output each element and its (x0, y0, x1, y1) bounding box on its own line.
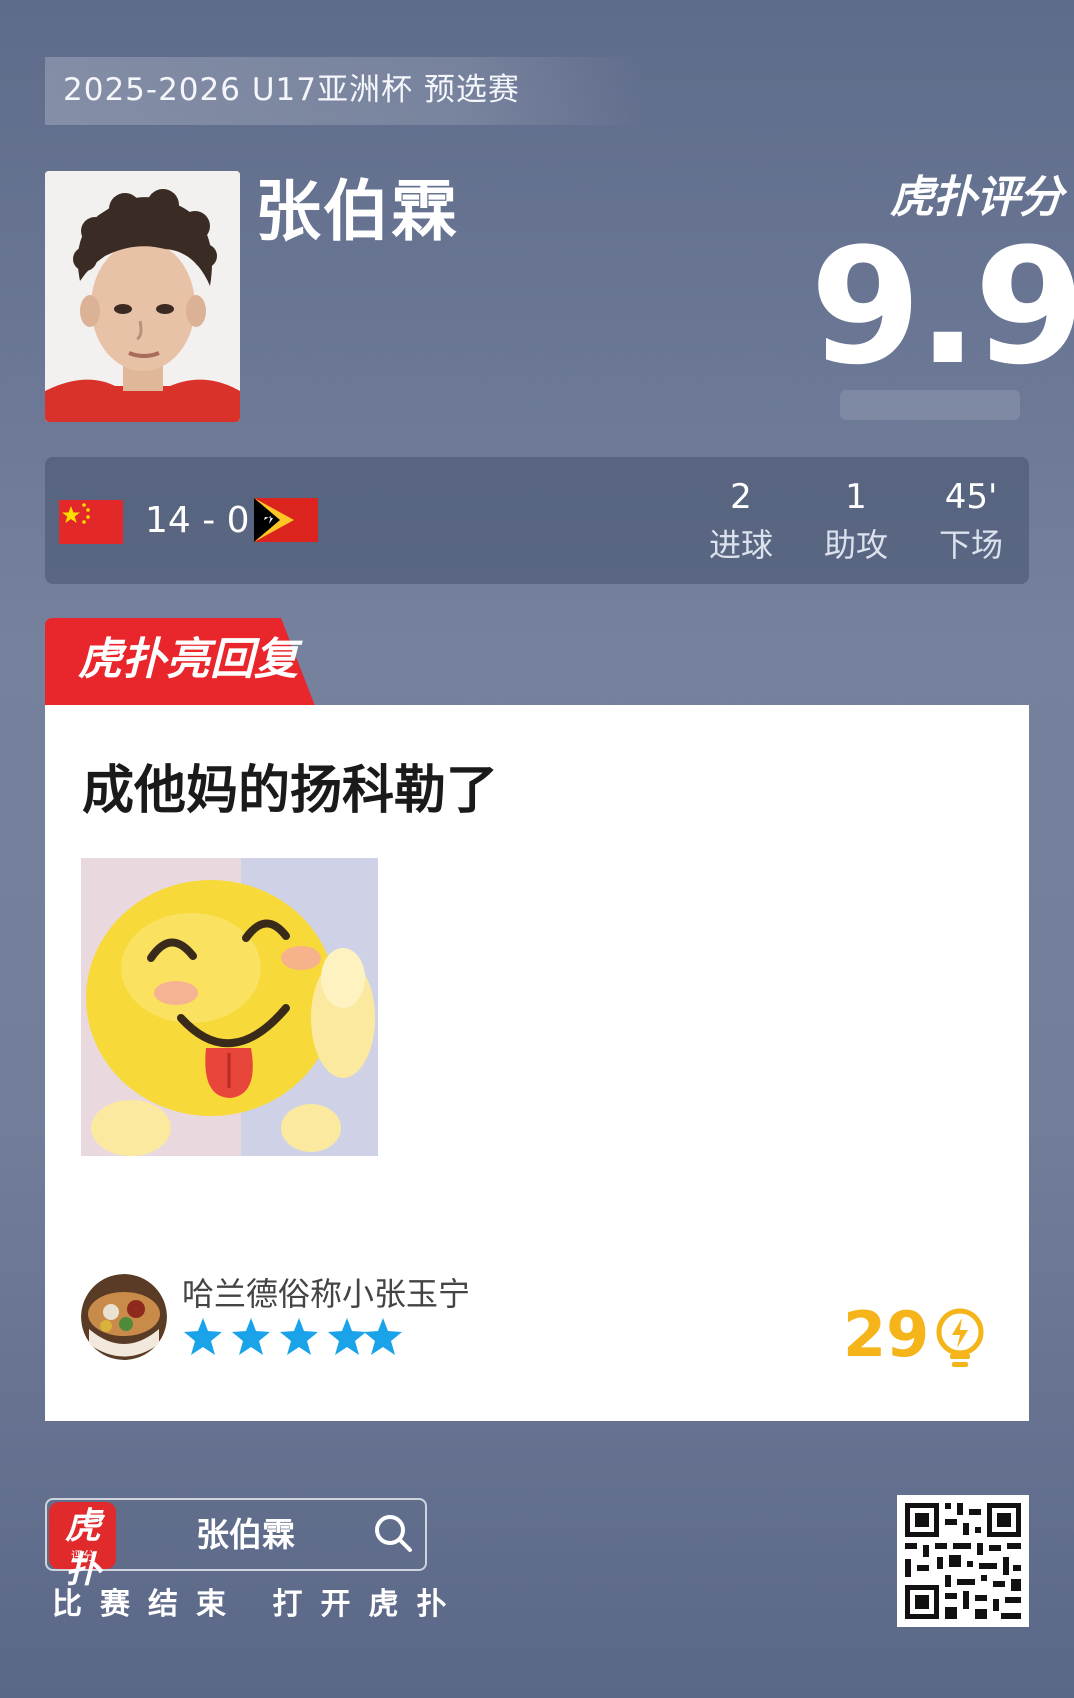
open-app-cta[interactable]: 比赛结束 打开虎扑 (52, 1585, 464, 1625)
rating-reflection (840, 390, 1020, 420)
stat-minutes-value: 45' (944, 477, 998, 517)
star-icon (364, 1318, 402, 1355)
like-count: 29 (843, 1298, 930, 1371)
player-portrait-icon (45, 171, 240, 422)
player-name: 张伯霖 (255, 173, 459, 250)
stat-minutes-label: 下场 (938, 526, 1003, 564)
qr-code-icon[interactable] (897, 1495, 1029, 1627)
china-flag-icon (59, 500, 123, 544)
reply-image[interactable] (81, 858, 378, 1156)
author-rating-stars (184, 1318, 402, 1355)
reply-text: 成他妈的扬科勒了 (82, 761, 499, 821)
smiley-tongue-thumbs-up-icon (81, 858, 378, 1156)
star-icon (232, 1318, 270, 1355)
reply-author-avatar[interactable] (81, 1274, 167, 1360)
competition-title: 2025-2026 U17亚洲杯 预选赛 (63, 72, 520, 108)
lightbulb-icon[interactable] (935, 1308, 985, 1368)
match-score: 14 - 0 (145, 500, 250, 541)
hupu-app-icon-subtext: 评分 (70, 1549, 95, 1563)
search-icon[interactable] (372, 1512, 414, 1554)
stat-assists-label: 助攻 (823, 526, 888, 564)
stat-goals-label: 进球 (708, 526, 773, 564)
timor-leste-flag-icon (254, 498, 318, 542)
reply-author-name[interactable]: 哈兰德俗称小张玉宁 (182, 1273, 470, 1315)
hot-reply-tag-label: 虎扑亮回复 (78, 634, 298, 685)
stat-assists-value: 1 (845, 477, 867, 517)
star-icon (328, 1318, 366, 1355)
star-icon (184, 1318, 222, 1355)
food-bowl-avatar-icon (81, 1274, 167, 1360)
star-icon (280, 1318, 318, 1355)
player-photo (45, 171, 240, 422)
search-term[interactable]: 张伯霖 (196, 1514, 295, 1556)
stat-goals-value: 2 (730, 477, 752, 517)
player-rating: 9.9 (810, 213, 1074, 400)
